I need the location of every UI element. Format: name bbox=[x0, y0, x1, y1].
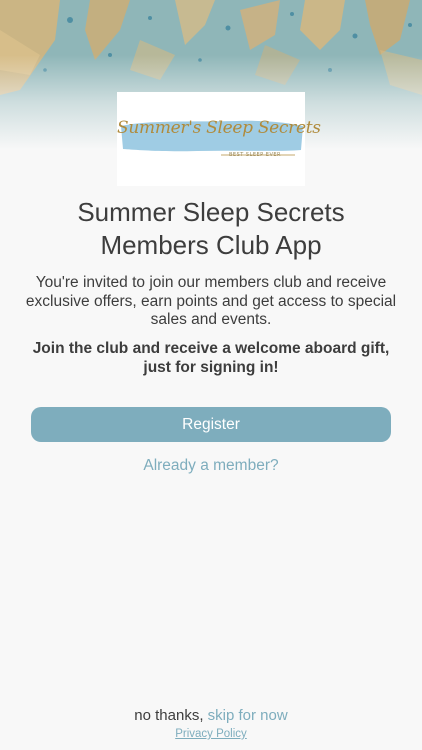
logo-tagline: BEST SLEEP EVER bbox=[229, 152, 282, 158]
no-thanks-label: no thanks, bbox=[134, 707, 204, 724]
page-title-line2: Members Club App bbox=[100, 230, 322, 260]
skip-row: no thanks, skip for now bbox=[0, 707, 422, 724]
register-button[interactable]: Register bbox=[31, 407, 391, 442]
logo-brush-stroke bbox=[121, 120, 303, 156]
invite-text: You're invited to join our members club … bbox=[25, 274, 397, 328]
page-title: Summer Sleep Secrets Members Club App bbox=[0, 196, 422, 262]
already-member-link[interactable]: Already a member? bbox=[0, 457, 422, 475]
page-title-line1: Summer Sleep Secrets bbox=[77, 197, 345, 227]
welcome-gift-text: Join the club and receive a welcome aboa… bbox=[32, 340, 390, 376]
privacy-policy-link[interactable]: Privacy Policy bbox=[0, 728, 422, 740]
skip-for-now-link[interactable]: skip for now bbox=[208, 707, 288, 724]
brand-logo: Summer's Sleep Secrets BEST SLEEP EVER bbox=[117, 92, 321, 186]
logo-title: Summer's Sleep Secrets bbox=[117, 118, 321, 138]
